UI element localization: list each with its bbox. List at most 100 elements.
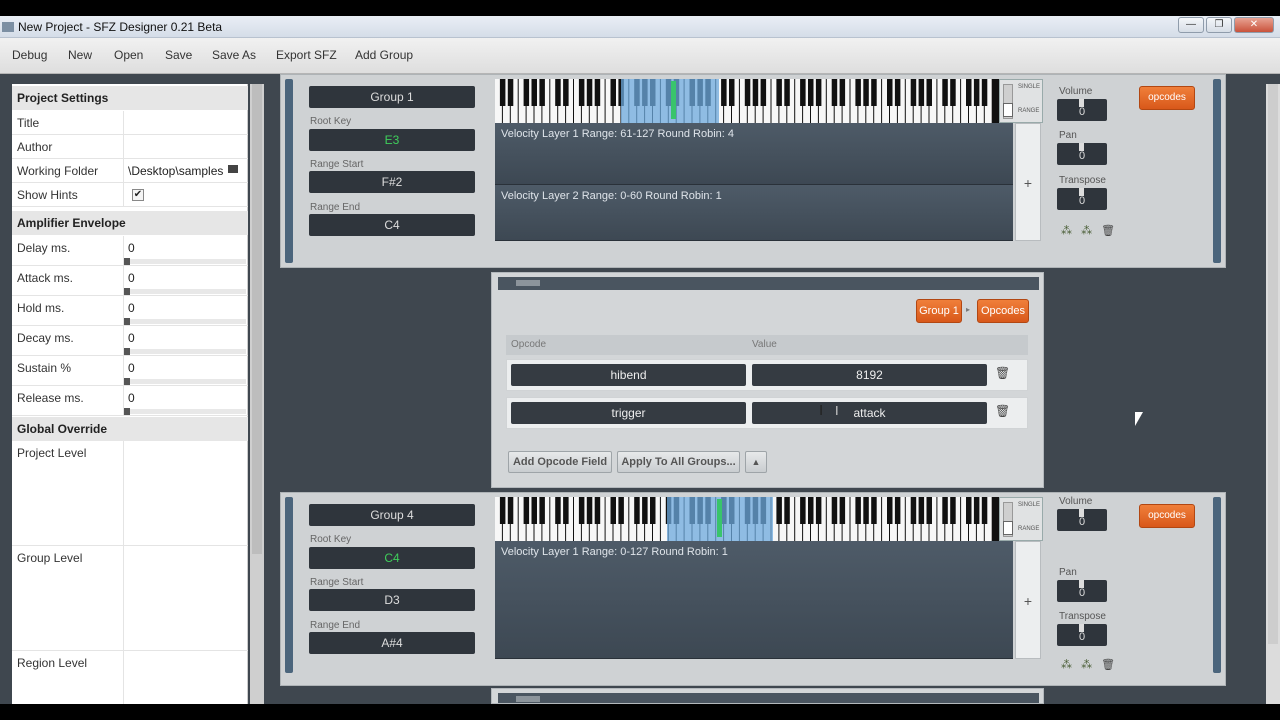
opcode-value-field[interactable]: attack (752, 402, 987, 424)
decay-slider-track[interactable] (124, 349, 246, 354)
velocity-layer-1[interactable]: Velocity Layer 1 Range: 0-127 Round Robi… (495, 541, 1013, 659)
attack-value[interactable]: 0 (128, 271, 135, 285)
attack-slider-knob[interactable] (124, 288, 130, 295)
pan-field[interactable]: 0 (1057, 143, 1107, 165)
pan-knob[interactable] (1079, 143, 1084, 151)
piano-keyboard[interactable] (495, 497, 999, 541)
menu-open[interactable]: Open (114, 48, 143, 62)
decay-slider-knob[interactable] (124, 348, 130, 355)
delay-slider-knob[interactable] (124, 258, 130, 265)
range-end-field[interactable]: A#4 (309, 632, 475, 654)
card-handle-left[interactable] (285, 497, 293, 673)
project-level-row[interactable]: Project Level (12, 441, 248, 546)
menu-debug[interactable]: Debug (12, 48, 47, 62)
decay-value[interactable]: 0 (128, 331, 135, 345)
transpose-field[interactable]: 0 (1057, 188, 1107, 210)
add-layer-button[interactable]: + (1015, 123, 1041, 241)
add-layer-button[interactable]: + (1015, 541, 1041, 659)
volume-field[interactable]: 0 (1057, 509, 1107, 531)
volume-field[interactable]: 0 (1057, 99, 1107, 121)
volume-knob[interactable] (1079, 99, 1084, 107)
single-range-switch[interactable]: SINGLE RANGE (999, 79, 1043, 123)
menu-new[interactable]: New (68, 48, 92, 62)
transpose-value: 0 (1078, 195, 1086, 207)
sustain-slider-track[interactable] (124, 379, 246, 384)
group-settings-icon[interactable]: ⁂ (1081, 225, 1092, 237)
opcode-name-field[interactable]: hibend (511, 364, 746, 386)
pan-knob[interactable] (1079, 580, 1084, 588)
switch-knob[interactable] (1003, 521, 1013, 535)
clone-group-icon[interactable]: ⁂ (1061, 659, 1072, 671)
delay-value[interactable]: 0 (128, 241, 135, 255)
menu-save-as[interactable]: Save As (212, 48, 256, 62)
trash-icon[interactable]: 🗑 (995, 366, 1010, 380)
title-row[interactable]: Title (12, 111, 248, 135)
attack-slider-track[interactable] (124, 289, 246, 294)
piano-keyboard[interactable] (495, 79, 999, 123)
group-name-field[interactable]: Group 4 (309, 504, 475, 526)
switch-knob[interactable] (1003, 103, 1013, 117)
show-hints-checkbox[interactable]: ✔ (132, 189, 144, 201)
trash-icon[interactable]: 🗑 (1101, 225, 1115, 237)
group-name-field[interactable]: Group 1 (309, 86, 475, 108)
group-level-row[interactable]: Group Level (12, 546, 248, 651)
range-start-field[interactable]: D3 (309, 589, 475, 611)
apply-to-all-groups-button[interactable]: Apply To All Groups... (617, 451, 740, 473)
black-key (555, 497, 561, 524)
trash-icon[interactable]: 🗑 (1101, 659, 1115, 671)
sustain-slider-knob[interactable] (124, 378, 130, 385)
transpose-knob[interactable] (1079, 188, 1084, 196)
clone-group-icon[interactable]: ⁂ (1061, 225, 1072, 237)
hold-value[interactable]: 0 (128, 301, 135, 315)
add-opcode-field-button[interactable]: Add Opcode Field (508, 451, 612, 473)
opcode-value-field[interactable]: 8192 (752, 364, 987, 386)
author-row[interactable]: Author (12, 135, 248, 159)
settings-scrollbar-thumb[interactable] (252, 84, 262, 554)
opcodes-button[interactable]: opcodes (1139, 86, 1195, 110)
minimize-icon[interactable]: — (1178, 17, 1204, 33)
hold-slider-knob[interactable] (124, 318, 130, 325)
transpose-field[interactable]: 0 (1057, 624, 1107, 646)
volume-knob[interactable] (1079, 509, 1084, 517)
release-slider-track[interactable] (124, 409, 246, 414)
release-slider-knob[interactable] (124, 408, 130, 415)
keyboard-selection[interactable] (621, 79, 719, 123)
sustain-value[interactable]: 0 (128, 361, 135, 375)
root-key-field[interactable]: C4 (309, 547, 475, 569)
release-value[interactable]: 0 (128, 391, 135, 405)
breadcrumb-opcodes[interactable]: Opcodes (977, 299, 1029, 323)
single-range-switch[interactable]: SINGLE RANGE (999, 497, 1043, 541)
menu-export-sfz[interactable]: Export SFZ (276, 48, 337, 62)
card-handle-right[interactable] (1213, 79, 1221, 263)
folder-icon[interactable] (228, 165, 238, 173)
delay-slider-track[interactable] (124, 259, 246, 264)
range-end-field[interactable]: C4 (309, 214, 475, 236)
card-handle-left[interactable] (285, 79, 293, 263)
region-level-row[interactable]: Region Level (12, 651, 248, 704)
main-scrollbar-thumb[interactable] (1268, 84, 1278, 644)
collapse-panel-button[interactable]: ▲ (745, 451, 767, 473)
restore-icon[interactable]: ❐ (1206, 17, 1232, 33)
group-settings-icon[interactable]: ⁂ (1081, 659, 1092, 671)
root-key-field[interactable]: E3 (309, 129, 475, 151)
opcodes-button[interactable]: opcodes (1139, 504, 1195, 528)
hold-slider-track[interactable] (124, 319, 246, 324)
opcode-name-field[interactable]: trigger (511, 402, 746, 424)
pan-field[interactable]: 0 (1057, 580, 1107, 602)
drag-handle-icon[interactable] (516, 280, 540, 286)
working-folder-row[interactable]: Working Folder \Desktop\samples (12, 159, 248, 183)
transpose-knob[interactable] (1079, 624, 1084, 632)
menu-save[interactable]: Save (165, 48, 192, 62)
black-key (887, 79, 893, 106)
drag-handle-icon[interactable] (516, 696, 540, 702)
menu-add-group[interactable]: Add Group (355, 48, 413, 62)
card-handle-right[interactable] (1213, 497, 1221, 673)
close-icon[interactable]: ✕ (1234, 17, 1274, 33)
breadcrumb-group[interactable]: Group 1 (916, 299, 962, 323)
velocity-layer-1[interactable]: Velocity Layer 1 Range: 61-127 Round Rob… (495, 123, 1013, 185)
range-start-field[interactable]: F#2 (309, 171, 475, 193)
velocity-layer-2[interactable]: Velocity Layer 2 Range: 0-60 Round Robin… (495, 185, 1013, 241)
black-key (918, 497, 925, 524)
trash-icon[interactable]: 🗑 (995, 404, 1010, 418)
working-folder-value[interactable]: \Desktop\samples (128, 164, 223, 178)
